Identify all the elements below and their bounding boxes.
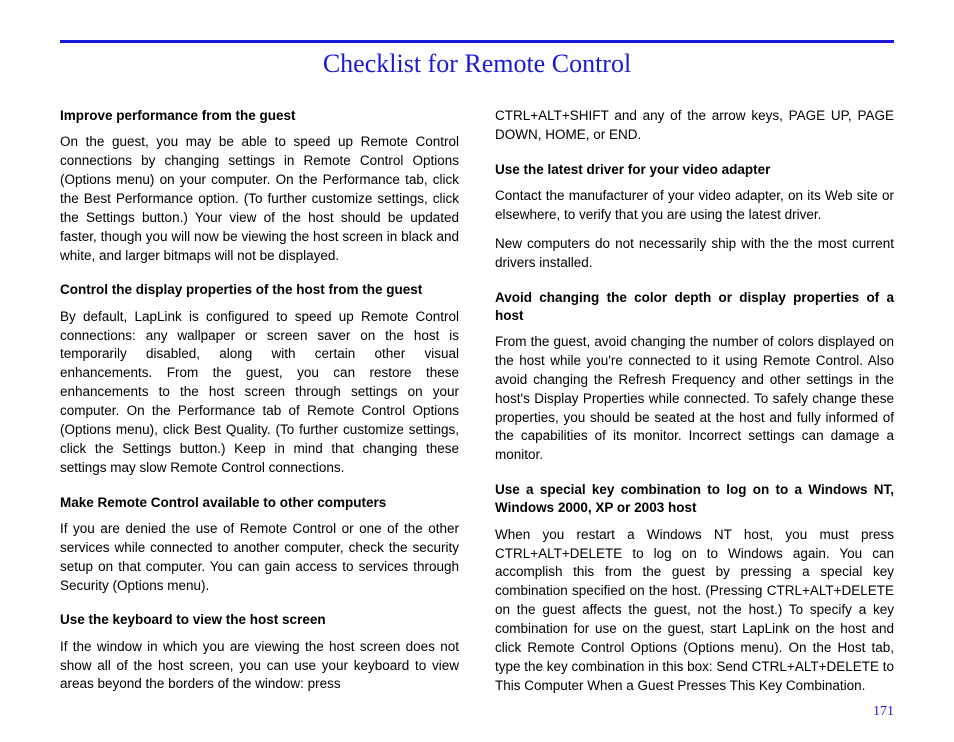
section-body: On the guest, you may be able to speed u… <box>60 133 459 265</box>
section-body-continuation: CTRL+ALT+SHIFT and any of the arrow keys… <box>495 107 894 145</box>
section-heading: Use the latest driver for your video ada… <box>495 161 894 179</box>
section-body: From the guest, avoid changing the numbe… <box>495 333 894 465</box>
section-body: If the window in which you are viewing t… <box>60 638 459 695</box>
section-heading: Use the keyboard to view the host screen <box>60 611 459 629</box>
section-body: If you are denied the use of Remote Cont… <box>60 520 459 596</box>
section-body: When you restart a Windows NT host, you … <box>495 526 894 696</box>
header-rule <box>60 40 894 43</box>
section-body: Contact the manufacturer of your video a… <box>495 187 894 225</box>
section-heading: Make Remote Control available to other c… <box>60 494 459 512</box>
section-body: By default, LapLink is configured to spe… <box>60 308 459 478</box>
page-title: Checklist for Remote Control <box>60 49 894 79</box>
section-heading: Improve performance from the guest <box>60 107 459 125</box>
page-number: 171 <box>873 704 894 720</box>
left-column: Improve performance from the guest On th… <box>60 107 459 696</box>
content-columns: Improve performance from the guest On th… <box>60 107 894 696</box>
section-heading: Control the display properties of the ho… <box>60 281 459 299</box>
section-body: New computers do not necessarily ship wi… <box>495 235 894 273</box>
section-heading: Avoid changing the color depth or displa… <box>495 289 894 325</box>
section-heading: Use a special key combination to log on … <box>495 481 894 517</box>
document-page: Checklist for Remote Control Improve per… <box>0 0 954 742</box>
right-column: CTRL+ALT+SHIFT and any of the arrow keys… <box>495 107 894 696</box>
